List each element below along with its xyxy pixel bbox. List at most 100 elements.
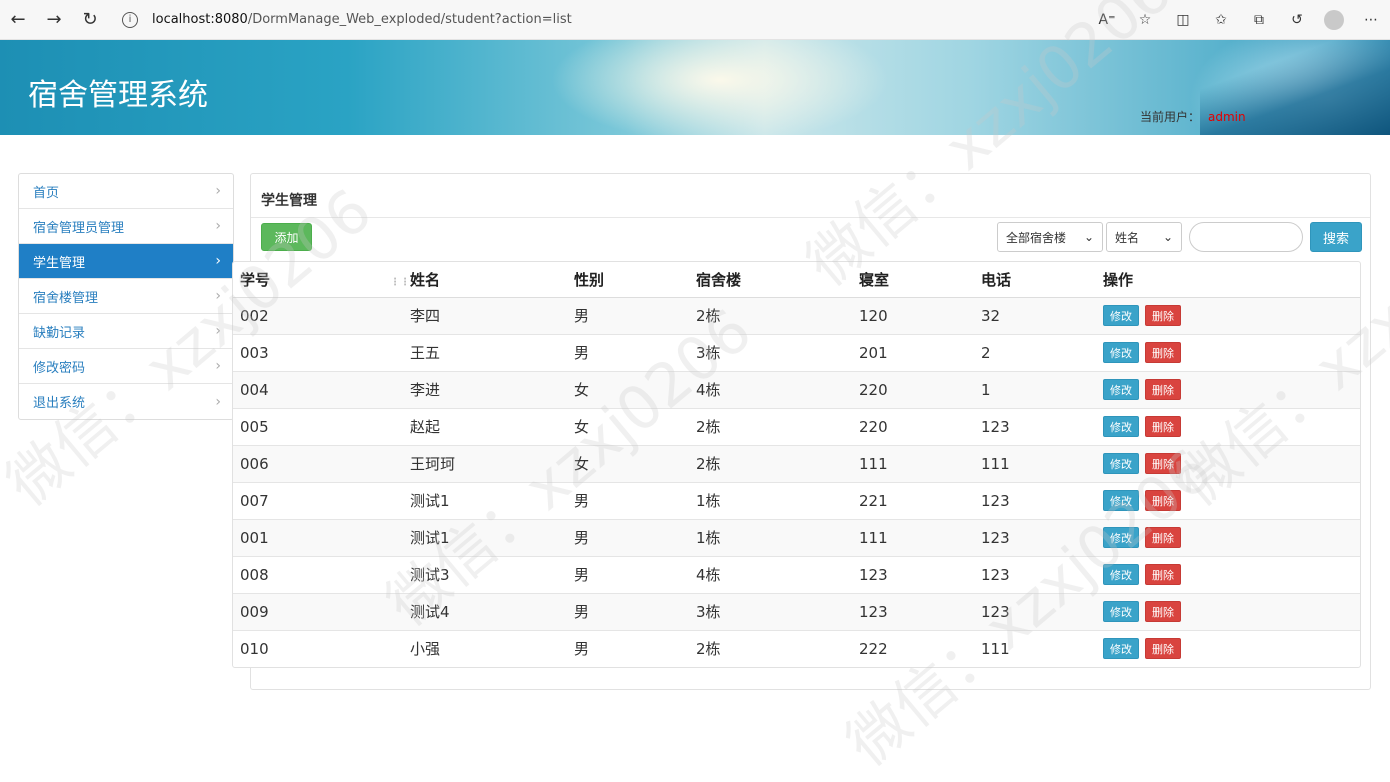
cell-actions: 修改 删除 xyxy=(1103,333,1360,371)
sidebar-item-absence[interactable]: 缺勤记录 › xyxy=(19,314,233,349)
cell-gender: 女 xyxy=(574,444,696,482)
column-header-actions: 操作 xyxy=(1103,262,1360,298)
favorites-icon[interactable]: ✩ xyxy=(1210,9,1232,31)
cell-id: 006 xyxy=(233,444,410,482)
cell-room: 220 xyxy=(859,370,981,408)
delete-button[interactable]: 删除 xyxy=(1145,564,1181,585)
cell-gender: 男 xyxy=(574,481,696,519)
building-select[interactable]: 全部宿舍楼 ⌄ xyxy=(997,222,1103,252)
edit-button[interactable]: 修改 xyxy=(1103,305,1139,326)
collections-icon[interactable]: ⧉ xyxy=(1248,9,1270,31)
chevron-down-icon: ⌄ xyxy=(1083,230,1094,244)
edit-button[interactable]: 修改 xyxy=(1103,342,1139,363)
current-username: admin xyxy=(1208,110,1246,124)
read-aloud-icon[interactable]: A⁼ xyxy=(1096,9,1118,31)
cell-actions: 修改 删除 xyxy=(1103,592,1360,630)
reload-icon[interactable]: ↻ xyxy=(72,2,108,38)
delete-button[interactable]: 删除 xyxy=(1145,416,1181,437)
sidebar-item-label: 缺勤记录 xyxy=(33,325,86,341)
delete-button[interactable]: 删除 xyxy=(1145,379,1181,400)
delete-button[interactable]: 删除 xyxy=(1145,490,1181,511)
cell-name: 测试1 xyxy=(410,481,574,519)
current-user: 当前用户： admin xyxy=(1140,108,1246,125)
table-row: 004 李进女 4栋 220 1 修改 删除 xyxy=(233,370,1360,408)
divider xyxy=(251,217,1370,218)
cell-actions: 修改 删除 xyxy=(1103,518,1360,556)
drag-handle-icon[interactable]: ⋮⋮ xyxy=(390,277,410,288)
edit-button[interactable]: 修改 xyxy=(1103,490,1139,511)
edit-button[interactable]: 修改 xyxy=(1103,601,1139,622)
sidebar-item-logout[interactable]: 退出系统 › xyxy=(19,384,233,419)
more-icon[interactable]: ⋯ xyxy=(1360,9,1382,31)
cell-gender: 女 xyxy=(574,407,696,445)
delete-button[interactable]: 删除 xyxy=(1145,527,1181,548)
back-icon[interactable]: ← xyxy=(0,2,36,38)
url-path: /DormManage_Web_exploded/student?action=… xyxy=(247,12,572,27)
info-icon[interactable]: i xyxy=(122,11,138,28)
cell-actions: 修改 删除 xyxy=(1103,370,1360,408)
sidebar-item-label: 宿舍楼管理 xyxy=(33,290,99,306)
cell-actions: 修改 删除 xyxy=(1103,444,1360,482)
column-header-building: 宿舍楼 xyxy=(696,262,859,298)
edit-button[interactable]: 修改 xyxy=(1103,527,1139,548)
search-field-select[interactable]: 姓名 ⌄ xyxy=(1106,222,1182,252)
edit-button[interactable]: 修改 xyxy=(1103,416,1139,437)
current-user-label: 当前用户： xyxy=(1140,110,1201,124)
edit-button[interactable]: 修改 xyxy=(1103,564,1139,585)
cell-building: 2栋 xyxy=(696,296,859,334)
delete-button[interactable]: 删除 xyxy=(1145,453,1181,474)
add-favorite-icon[interactable]: ☆ xyxy=(1134,9,1156,31)
table-row: 007 测试1 男 1栋 221 123 修改 删除 xyxy=(233,481,1360,519)
table-row: 002 李四男 2栋 120 32 修改 删除 xyxy=(233,296,1360,334)
cell-room: 201 xyxy=(859,333,981,371)
cell-room: 221 xyxy=(859,481,981,519)
cell-building: 2栋 xyxy=(696,629,859,667)
cell-building: 1栋 xyxy=(696,481,859,519)
page-title: 学生管理 xyxy=(261,193,317,209)
sidebar-item-buildings[interactable]: 宿舍楼管理 › xyxy=(19,279,233,314)
table-row: 008 测试3 男 4栋 123 123 修改 删除 xyxy=(233,555,1360,593)
profile-avatar[interactable] xyxy=(1324,10,1344,30)
edit-button[interactable]: 修改 xyxy=(1103,638,1139,660)
delete-button[interactable]: 删除 xyxy=(1145,601,1181,622)
sidebar-item-dorm-admin[interactable]: 宿舍管理员管理 › xyxy=(19,209,233,244)
cell-phone: 123 xyxy=(981,592,1103,630)
edit-button[interactable]: 修改 xyxy=(1103,453,1139,474)
cell-actions: 修改 删除 xyxy=(1103,407,1360,445)
cell-gender: 男 xyxy=(574,592,696,630)
sidebar-item-label: 修改密码 xyxy=(33,360,86,376)
sidebar-item-students[interactable]: 学生管理 › xyxy=(19,244,233,279)
sidebar-item-password[interactable]: 修改密码 › xyxy=(19,349,233,384)
cell-id: 009 xyxy=(233,592,410,630)
table-row: 003 王五男 3栋 201 2 修改 删除 xyxy=(233,333,1360,371)
cell-phone: 1 xyxy=(981,370,1103,408)
address-bar[interactable]: i localhost:8080/DormManage_Web_exploded… xyxy=(122,6,1072,34)
cell-room: 111 xyxy=(859,444,981,482)
column-header-id[interactable]: 学号 ⋮⋮ xyxy=(233,262,410,298)
cell-building: 4栋 xyxy=(696,555,859,593)
delete-button[interactable]: 删除 xyxy=(1145,342,1181,363)
delete-button[interactable]: 删除 xyxy=(1145,305,1181,326)
cell-name: 王五 xyxy=(410,333,574,371)
cell-room: 123 xyxy=(859,592,981,630)
search-input[interactable] xyxy=(1189,222,1303,252)
split-screen-icon[interactable]: ◫ xyxy=(1172,9,1194,31)
sidebar-item-home[interactable]: 首页 › xyxy=(19,174,233,209)
cell-id: 008 xyxy=(233,555,410,593)
cell-name: 李进 xyxy=(410,370,574,408)
add-button[interactable]: 添加 xyxy=(261,223,312,251)
cell-id: 001 xyxy=(233,518,410,556)
chevron-right-icon: › xyxy=(215,253,221,269)
column-header-gender: 性别 xyxy=(574,262,696,298)
cell-gender: 男 xyxy=(574,296,696,334)
cell-gender: 男 xyxy=(574,629,696,667)
delete-button[interactable]: 删除 xyxy=(1145,638,1181,660)
cell-name: 测试4 xyxy=(410,592,574,630)
edit-button[interactable]: 修改 xyxy=(1103,379,1139,400)
search-button[interactable]: 搜索 xyxy=(1310,222,1362,252)
header-banner: 宿舍管理系统 当前用户： admin xyxy=(0,40,1390,135)
forward-icon[interactable]: → xyxy=(36,2,72,38)
cell-phone: 111 xyxy=(981,629,1103,667)
sidebar-item-label: 首页 xyxy=(33,185,60,201)
history-icon[interactable]: ↺ xyxy=(1286,9,1308,31)
